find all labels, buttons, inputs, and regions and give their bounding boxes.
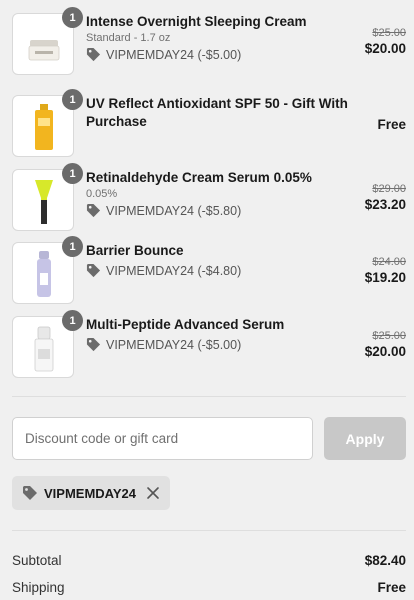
line-item: 1 Retinaldehyde Cream Serum 0.05% 0.05% … [12,163,406,231]
quantity-badge: 1 [62,310,83,331]
item-discount-text: VIPMEMDAY24 (-$5.00) [106,47,242,62]
product-name: Intense Overnight Sleeping Cream [86,14,307,29]
item-discount: VIPMEMDAY24 (-$5.00) [86,337,326,352]
shipping-label: Shipping [12,580,65,595]
discounted-price: $19.20 [364,270,406,285]
tag-icon [86,337,101,352]
applied-code-chip: VIPMEMDAY24 [12,476,170,510]
item-discount: VIPMEMDAY24 (-$5.80) [86,203,326,218]
line-item: 1 Intense Overnight Sleeping Cream Stand… [12,7,406,75]
divider [12,396,406,397]
shipping-row: Shipping Free [12,580,406,595]
shipping-value: Free [377,580,406,595]
original-price: $25.00 [372,27,406,39]
item-discount: VIPMEMDAY24 (-$5.00) [86,47,326,62]
subtotal-value: $82.40 [364,553,406,568]
product-name: Barrier Bounce [86,243,184,258]
line-item: 1 UV Reflect Antioxidant SPF 50 - Gift W… [12,89,406,157]
product-name: UV Reflect Antioxidant SPF 50 - Gift Wit… [86,96,348,129]
apply-button[interactable]: Apply [324,417,406,460]
item-price: Free [377,117,406,132]
close-icon[interactable] [146,486,160,500]
discounted-price: $23.20 [364,197,406,212]
line-item: 1 Barrier Bounce VIPMEMDAY24 (-$4.80) $2… [12,236,406,304]
applied-code-text: VIPMEMDAY24 [44,485,136,501]
item-discount-text: VIPMEMDAY24 (-$5.00) [106,337,242,352]
product-name: Multi-Peptide Advanced Serum [86,317,285,332]
subtotal-row: Subtotal $82.40 [12,553,406,568]
product-variant: Standard - 1.7 oz [86,32,171,44]
product-name: Retinaldehyde Cream Serum 0.05% [86,170,312,185]
item-discount: VIPMEMDAY24 (-$4.80) [86,263,326,278]
discount-code-input[interactable] [12,417,313,460]
tag-icon [86,47,101,62]
quantity-badge: 1 [62,236,83,257]
discounted-price: $20.00 [364,41,406,56]
original-price: $25.00 [372,330,406,342]
line-item: 1 Multi-Peptide Advanced Serum VIPMEMDAY… [12,310,406,378]
original-price: $24.00 [372,256,406,268]
quantity-badge: 1 [62,89,83,110]
item-discount-text: VIPMEMDAY24 (-$5.80) [106,203,242,218]
subtotal-label: Subtotal [12,553,62,568]
tag-icon [23,486,37,500]
product-variant: 0.05% [86,188,118,200]
quantity-badge: 1 [62,163,83,184]
item-discount-text: VIPMEMDAY24 (-$4.80) [106,263,242,278]
tag-icon [86,263,101,278]
divider [12,530,406,531]
original-price: $29.00 [372,183,406,195]
quantity-badge: 1 [62,7,83,28]
tag-icon [86,203,101,218]
discounted-price: $20.00 [364,344,406,359]
